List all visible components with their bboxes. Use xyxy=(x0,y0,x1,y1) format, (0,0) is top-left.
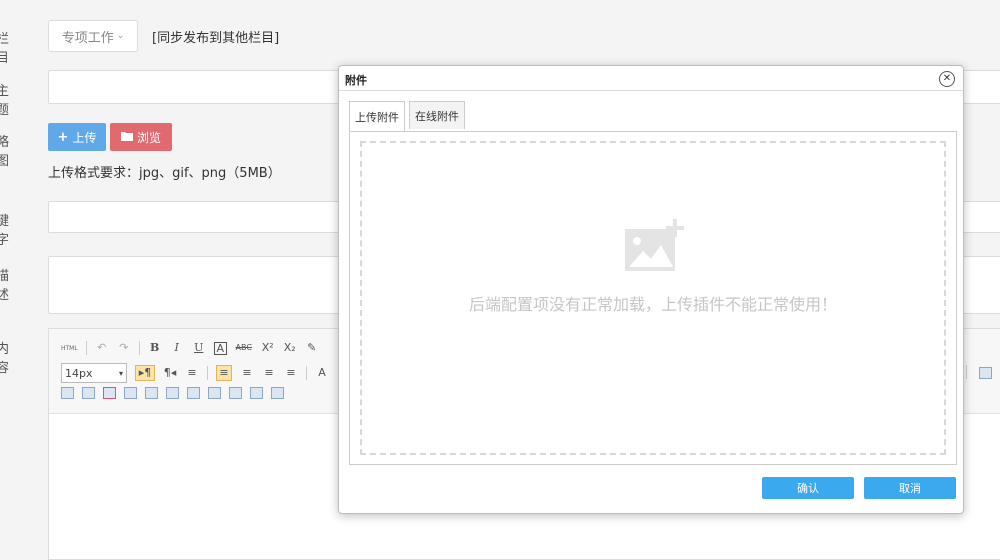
font-size-value: 14px xyxy=(65,366,93,380)
delete-row-icon[interactable] xyxy=(103,387,116,399)
image-add-icon xyxy=(625,219,687,277)
underline-icon[interactable]: U xyxy=(192,341,206,355)
upload-button[interactable]: + 上传 xyxy=(48,123,106,151)
align-left-icon[interactable]: ≡ xyxy=(216,365,232,381)
undo-icon[interactable]: ↶ xyxy=(95,341,109,355)
label-description: 描述 xyxy=(0,269,10,303)
font-border-icon[interactable]: A xyxy=(213,341,227,355)
align-center-icon[interactable]: ≡ xyxy=(240,366,254,380)
rtl-direction-icon[interactable]: ¶◂ xyxy=(163,366,177,380)
toolbar-row-1: HTML ↶ ↷ B I U A ABC X² X₂ ✎ xyxy=(61,341,319,355)
dialog-header-divider xyxy=(339,90,963,91)
close-icon[interactable]: ✕ xyxy=(939,71,955,87)
html-source-button[interactable]: HTML xyxy=(61,345,78,352)
font-size-select[interactable]: 14px ▾ xyxy=(61,363,127,383)
toolbar-separator xyxy=(207,366,208,380)
toolbar-row-2: 14px ▾ ▸¶ ¶◂ ≡ ≡ ≡ ≡ ≡ A xyxy=(61,363,329,383)
chevron-down-icon: ▾ xyxy=(118,368,123,378)
upload-format-hint: 上传格式要求：jpg、gif、png（5MB） xyxy=(48,166,281,181)
chevron-down-icon: ⌄ xyxy=(116,31,125,41)
align-right-icon[interactable]: ≡ xyxy=(262,366,276,380)
tab-online-attachment[interactable]: 在线附件 xyxy=(409,101,465,129)
label-thumbnail: 略图 xyxy=(0,135,10,169)
insert-table-icon[interactable] xyxy=(979,367,992,379)
subscript-icon[interactable]: X₂ xyxy=(283,341,297,355)
strikethrough-icon[interactable]: ABC xyxy=(235,341,253,355)
attachment-dialog: 附件 ✕ 上传附件 在线附件 后端配置项没有正常加载，上传插件不能正常使用！ 确… xyxy=(338,65,964,514)
redo-icon[interactable]: ↷ xyxy=(117,341,131,355)
dialog-tabs: 上传附件 在线附件 xyxy=(349,101,465,131)
split-columns-icon[interactable] xyxy=(271,387,284,399)
eraser-icon[interactable]: ✎ xyxy=(305,341,319,355)
toolbar-separator xyxy=(306,366,307,380)
insert-row-above-icon[interactable] xyxy=(61,387,74,399)
upload-button-label: 上传 xyxy=(72,130,97,145)
ltr-direction-icon[interactable]: ▸¶ xyxy=(135,365,155,381)
confirm-button[interactable]: 确认 xyxy=(762,477,854,499)
sync-publish-link[interactable]: [同步发布到其他栏目] xyxy=(152,27,279,46)
toolbar-separator xyxy=(966,365,967,379)
label-content: 内容 xyxy=(0,342,10,376)
folder-icon xyxy=(120,130,133,144)
tab-upload-attachment[interactable]: 上传附件 xyxy=(349,101,405,131)
delete-column-icon[interactable] xyxy=(145,387,158,399)
browse-button[interactable]: 浏览 xyxy=(110,123,172,151)
browse-button-label: 浏览 xyxy=(136,130,161,145)
column-select-value: 专项工作 xyxy=(61,30,114,46)
label-keyword: 键字 xyxy=(0,214,10,248)
merge-down-icon[interactable] xyxy=(208,387,221,399)
split-cells-icon[interactable] xyxy=(229,387,242,399)
insert-column-icon[interactable] xyxy=(124,387,137,399)
dialog-title: 附件 xyxy=(345,74,367,87)
split-rows-icon[interactable] xyxy=(250,387,263,399)
toolbar-row-3 xyxy=(61,387,284,399)
label-column: 栏目 xyxy=(0,32,10,66)
align-justify-icon[interactable]: ≡ xyxy=(284,366,298,380)
merge-right-icon[interactable] xyxy=(187,387,200,399)
indent-icon[interactable]: ≡ xyxy=(185,366,199,380)
bold-icon[interactable]: B xyxy=(148,341,162,355)
toolbar-separator xyxy=(138,341,140,355)
text-style-icon[interactable]: A xyxy=(315,366,329,380)
upload-panel: 后端配置项没有正常加载，上传插件不能正常使用！ xyxy=(349,131,957,465)
insert-row-below-icon[interactable] xyxy=(82,387,95,399)
superscript-icon[interactable]: X² xyxy=(261,341,275,355)
cancel-button[interactable]: 取消 xyxy=(864,477,956,499)
column-select[interactable]: 专项工作 ⌄ xyxy=(48,20,138,52)
upload-dropzone[interactable]: 后端配置项没有正常加载，上传插件不能正常使用！ xyxy=(360,141,946,455)
merge-cells-icon[interactable] xyxy=(166,387,179,399)
italic-icon[interactable]: I xyxy=(170,341,184,355)
toolbar-separator xyxy=(85,341,87,355)
plus-icon: + xyxy=(57,129,69,145)
label-subject: 主题 xyxy=(0,84,10,118)
config-error-message: 后端配置项没有正常加载，上传插件不能正常使用！ xyxy=(468,295,837,314)
